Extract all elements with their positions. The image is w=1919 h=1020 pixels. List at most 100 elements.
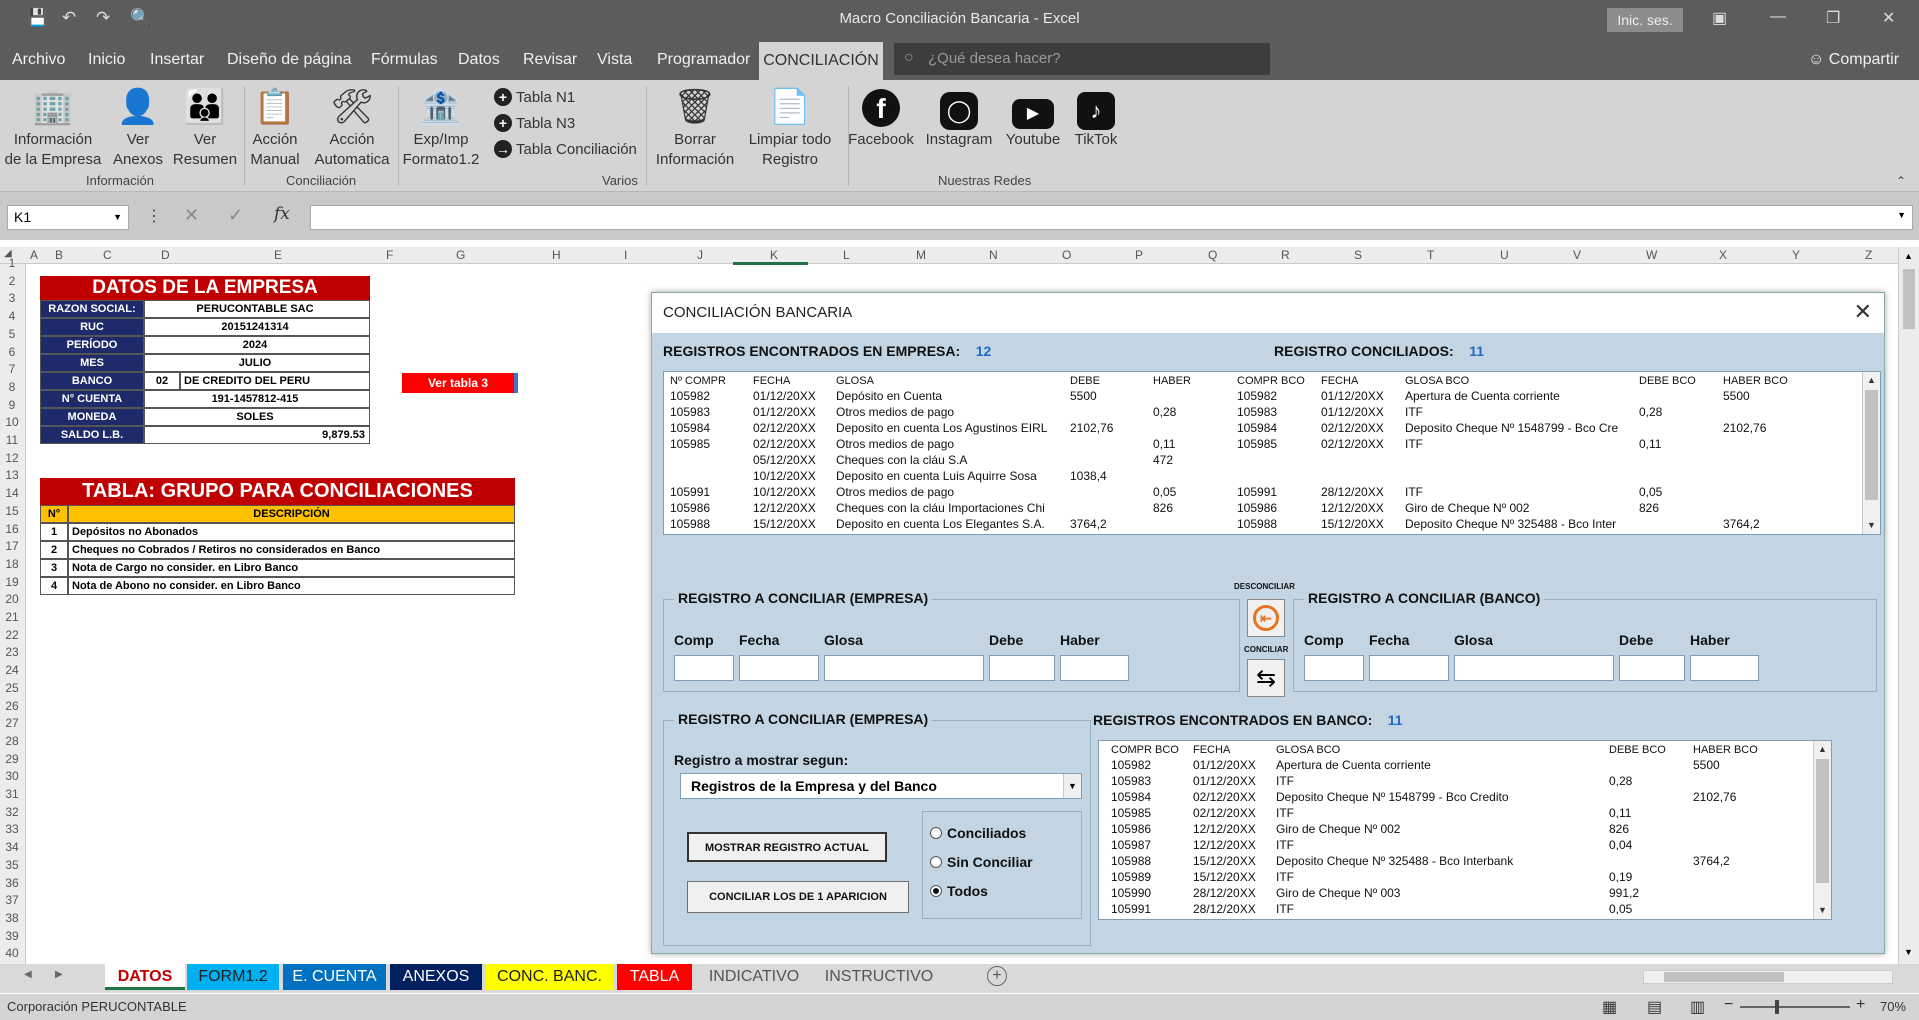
column-header[interactable]: R — [1281, 248, 1290, 262]
column-header[interactable]: U — [1500, 248, 1509, 262]
empresa-field-value[interactable]: SOLES — [144, 408, 370, 426]
row-header[interactable]: 31 — [0, 787, 24, 801]
column-header[interactable]: F — [386, 248, 393, 262]
column-header[interactable]: E — [274, 248, 282, 262]
empresa-listbox[interactable]: Nº COMPR FECHA GLOSA DEBE HABER COMPR BCO FECH… — [663, 371, 1881, 535]
ribbon-display-icon[interactable]: ▣ — [1712, 8, 1727, 28]
column-header[interactable]: V — [1573, 248, 1581, 262]
empresa-field-value[interactable]: JULIO — [144, 354, 370, 372]
close-icon[interactable]: ✕ — [1882, 8, 1895, 28]
banco-comp-input[interactable] — [1304, 655, 1364, 681]
menu-formulas[interactable]: Fórmulas — [371, 51, 438, 69]
cancel-icon[interactable]: ✕ — [184, 205, 199, 226]
row-header[interactable]: 34 — [0, 840, 24, 854]
scroll-up-icon[interactable]: ▲ — [1904, 251, 1913, 261]
list-item[interactable]: 10598915/12/20XXOtros medios de pago0,19… — [664, 532, 1827, 534]
list-item[interactable]: 105983 01/12/20XX Otros medios de pago 0,28… — [664, 404, 1827, 420]
signin-button[interactable]: Inic. ses. — [1607, 8, 1683, 32]
list-item[interactable]: 105987 12/12/20XX ITF 0,04 — [1099, 837, 1811, 853]
tab-scroll-right-icon[interactable]: ▶ — [55, 969, 63, 980]
row-header[interactable]: 13 — [0, 468, 24, 482]
sheet-tab[interactable]: FORM1.2 — [187, 964, 279, 990]
menu-vista[interactable]: Vista — [597, 51, 632, 69]
list-item[interactable]: 05/12/20XX Cheques con la cláu S.A 472 — [664, 452, 1827, 468]
name-box[interactable]: K1 ▼ — [7, 205, 129, 230]
row-header[interactable]: 38 — [0, 911, 24, 925]
scroll-thumb[interactable] — [1865, 390, 1878, 500]
row-header[interactable]: 14 — [0, 486, 24, 500]
normal-view-icon[interactable]: ▦ — [1602, 997, 1617, 1017]
row-header[interactable]: 40 — [0, 946, 24, 960]
sheet-tab[interactable]: INSTRUCTIVO — [819, 964, 939, 990]
row-header[interactable]: 37 — [0, 893, 24, 907]
banco-haber-input[interactable] — [1690, 655, 1759, 681]
mostrar-segun-dropdown[interactable]: Registros de la Empresa y del Banco ▼ — [680, 773, 1082, 799]
row-header[interactable]: 19 — [0, 575, 24, 589]
sheet-tab[interactable]: DATOS — [105, 964, 185, 990]
accion-automatica-button[interactable]: 🛠 Acción Automatica — [308, 86, 396, 170]
empresa-field-value[interactable]: DE CREDITO DEL PERU — [180, 372, 370, 390]
ver-tabla-3-button[interactable]: Ver tabla 3 — [402, 373, 518, 393]
empresa-debe-input[interactable] — [989, 655, 1055, 681]
column-header[interactable]: Q — [1208, 248, 1217, 262]
list-item[interactable]: 105991 28/12/20XX ITF 0,05 — [1099, 901, 1811, 917]
row-header[interactable]: 18 — [0, 557, 24, 571]
tabla-n1-button[interactable]: + Tabla N1 — [494, 88, 575, 106]
row-header[interactable]: 17 — [0, 539, 24, 553]
scroll-thumb[interactable] — [1816, 759, 1829, 883]
row-header[interactable]: 9 — [0, 398, 24, 412]
add-sheet-icon[interactable]: + — [987, 966, 1007, 986]
row-header[interactable]: 15 — [0, 504, 24, 518]
sheet-tab[interactable]: TABLA — [617, 964, 692, 990]
row-header[interactable]: 28 — [0, 734, 24, 748]
list-item[interactable]: 105983 01/12/20XX ITF 0,28 — [1099, 773, 1811, 789]
row-header[interactable]: 11 — [0, 433, 24, 447]
list-item[interactable]: 105988 15/12/20XX Deposito en cuenta Los E… — [664, 516, 1827, 532]
column-header[interactable]: B — [55, 248, 63, 262]
row-header[interactable]: 8 — [0, 380, 24, 394]
row-header[interactable]: 22 — [0, 628, 24, 642]
menu-inicio[interactable]: Inicio — [88, 51, 125, 69]
exp-imp-button[interactable]: 🏦 Exp/Imp Formato1.2 — [402, 86, 480, 170]
minimize-icon[interactable]: — — [1770, 8, 1786, 26]
list-item[interactable]: 105984 02/12/20XX Deposito en cuenta Los A… — [664, 420, 1827, 436]
empresa-fecha-input[interactable] — [739, 655, 819, 681]
collapse-ribbon-icon[interactable]: ⌃ — [1896, 174, 1906, 188]
column-header[interactable]: J — [697, 248, 703, 262]
share-button[interactable]: ☺ Compartir — [1808, 51, 1899, 69]
banco-fecha-input[interactable] — [1369, 655, 1449, 681]
scroll-down-icon[interactable]: ▼ — [1863, 517, 1880, 534]
scroll-up-icon[interactable]: ▲ — [1863, 372, 1880, 389]
row-header[interactable]: 33 — [0, 822, 24, 836]
row-header[interactable]: 35 — [0, 858, 24, 872]
list-item[interactable]: 105982 01/12/20XX Depósito en Cuenta 5500 10… — [664, 388, 1827, 404]
sheet-tab[interactable]: E. CUENTA — [283, 964, 386, 990]
empresa-banco-code[interactable]: 02 — [144, 372, 180, 390]
close-icon[interactable]: ✕ — [1854, 299, 1872, 325]
row-header[interactable]: 10 — [0, 415, 24, 429]
vertical-scrollbar[interactable]: ▲ ▼ — [1898, 247, 1919, 964]
row-header[interactable]: 32 — [0, 805, 24, 819]
row-header[interactable]: 26 — [0, 699, 24, 713]
radio-todos[interactable]: Todos — [930, 883, 988, 899]
conciliar-aparicion-button[interactable]: CONCILIAR LOS DE 1 APARICION — [687, 881, 909, 913]
limpiar-registro-button[interactable]: 📄 Limpiar todo Registro — [744, 86, 836, 170]
sheet-tab[interactable]: CONC. BANC. — [486, 964, 613, 990]
column-header[interactable]: Z — [1865, 248, 1872, 262]
zoom-out-icon[interactable]: − — [1724, 996, 1733, 1014]
empresa-field-value[interactable]: 9,879.53 — [144, 426, 370, 444]
row-header[interactable]: 25 — [0, 681, 24, 695]
tabla-conciliacion-button[interactable]: → Tabla Conciliación — [494, 140, 637, 158]
row-header[interactable]: 12 — [0, 451, 24, 465]
mostrar-registro-button[interactable]: MOSTRAR REGISTRO ACTUAL — [687, 832, 887, 862]
list-item[interactable]: 105989 15/12/20XX ITF 0,19 — [1099, 869, 1811, 885]
column-header[interactable]: K — [770, 248, 778, 262]
ver-anexos-button[interactable]: 👤 Ver Anexos — [108, 86, 168, 170]
tab-scroll-left-icon[interactable]: ◀ — [24, 969, 32, 980]
column-header[interactable]: W — [1646, 248, 1657, 262]
list-item[interactable]: 105986 12/12/20XX Cheques con la cláu Impo… — [664, 500, 1827, 516]
zoom-level[interactable]: 70% — [1880, 999, 1906, 1014]
insert-function-icon[interactable]: fx — [274, 204, 290, 224]
empresa-glosa-input[interactable] — [824, 655, 984, 681]
horizontal-scrollbar[interactable] — [1643, 970, 1893, 984]
